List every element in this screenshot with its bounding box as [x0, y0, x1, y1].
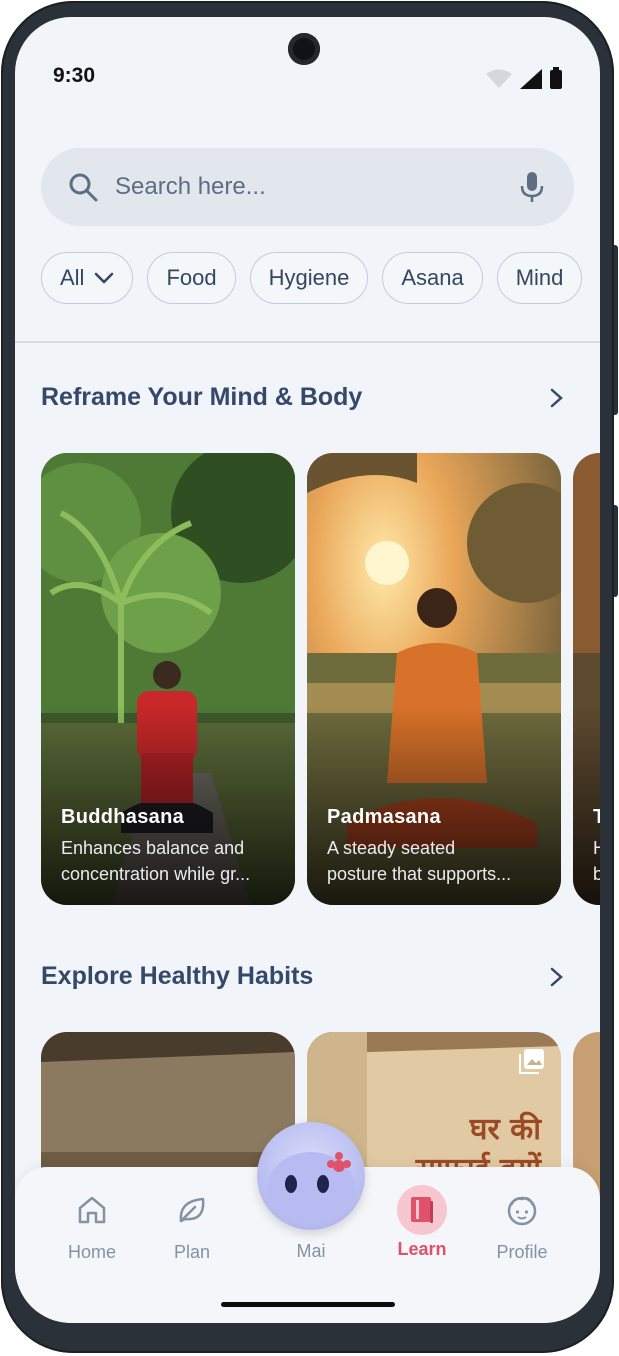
- chip-food[interactable]: Food: [147, 252, 236, 304]
- mai-avatar-icon: [267, 1152, 355, 1224]
- card-title: Padmasana: [327, 806, 441, 828]
- chip-label: All: [60, 265, 85, 290]
- chip-asana[interactable]: Asana: [382, 252, 483, 304]
- asana-card-partial[interactable]: T H b: [573, 453, 600, 905]
- nav-profile[interactable]: Profile: [477, 1193, 567, 1263]
- chip-mind[interactable]: Mind: [496, 252, 583, 304]
- card-description: Enhances balance and concentration while…: [61, 835, 279, 887]
- search-placeholder[interactable]: Search here...: [115, 173, 518, 201]
- wifi-icon: [486, 69, 512, 88]
- search-icon: [69, 173, 98, 202]
- nav-learn[interactable]: Learn: [377, 1185, 467, 1260]
- card-title: Buddhasana: [61, 806, 185, 828]
- chip-label: Food: [166, 265, 217, 290]
- asana-card-padmasana[interactable]: Padmasana A steady seated posture that s…: [307, 453, 561, 905]
- section-title-reframe: Reframe Your Mind & Body: [41, 383, 363, 411]
- gallery-icon: [519, 1049, 544, 1074]
- active-indicator: [397, 1185, 447, 1235]
- card-description-line: b: [593, 861, 600, 887]
- nav-home[interactable]: Home: [47, 1193, 137, 1263]
- card-description-line: concentration while gr...: [61, 864, 251, 884]
- card-overlay-line: घर की: [469, 1112, 541, 1147]
- card-description-line: H: [593, 835, 600, 861]
- chip-hygiene[interactable]: Hygiene: [249, 252, 369, 304]
- card-description-line: posture that supports...: [327, 864, 512, 884]
- status-icons: [486, 67, 562, 89]
- divider: [15, 341, 600, 343]
- card-description-line: Enhances balance and: [61, 838, 245, 858]
- card-title: T: [593, 806, 600, 828]
- chevron-down-icon: [95, 272, 114, 284]
- status-time: 9:30: [53, 64, 96, 87]
- chip-all[interactable]: All: [41, 252, 134, 304]
- asana-card-buddhasana[interactable]: Buddhasana Enhances balance and concentr…: [41, 453, 295, 905]
- profile-icon: [507, 1196, 537, 1226]
- book-icon: [411, 1197, 433, 1223]
- home-icon: [78, 1196, 106, 1224]
- home-indicator[interactable]: [221, 1302, 395, 1307]
- nav-plan[interactable]: Plan: [147, 1193, 237, 1263]
- signal-icon: [520, 69, 542, 89]
- nav-label: Home: [67, 1242, 116, 1262]
- card-description: H b: [593, 835, 600, 887]
- nav-label: Profile: [496, 1242, 548, 1262]
- card-description: A steady seated posture that supports...: [327, 835, 545, 887]
- mic-icon[interactable]: [518, 171, 546, 203]
- battery-icon: [550, 67, 562, 89]
- front-camera: [288, 33, 320, 65]
- nav-label: Learn: [397, 1239, 447, 1259]
- card-description-line: A steady seated: [327, 838, 456, 858]
- section-title-habits: Explore Healthy Habits: [41, 962, 314, 990]
- chevron-right-icon[interactable]: [548, 388, 566, 408]
- chevron-right-icon[interactable]: [548, 967, 566, 987]
- search-bar[interactable]: Search here...: [41, 148, 574, 226]
- nav-label-mai: Mai: [296, 1241, 326, 1261]
- chip-label: Asana: [401, 265, 464, 290]
- phone-frame: 9:30 Search here... All Food Hygiene Asa…: [1, 1, 614, 1353]
- app-screen: 9:30 Search here... All Food Hygiene Asa…: [15, 17, 600, 1323]
- chip-label: Mind: [515, 265, 564, 290]
- mai-assistant-button[interactable]: [257, 1122, 365, 1230]
- category-chips: All Food Hygiene Asana Mind: [41, 252, 583, 304]
- chip-label: Hygiene: [268, 265, 350, 290]
- leaf-icon: [179, 1197, 205, 1223]
- nav-label: Plan: [173, 1242, 211, 1262]
